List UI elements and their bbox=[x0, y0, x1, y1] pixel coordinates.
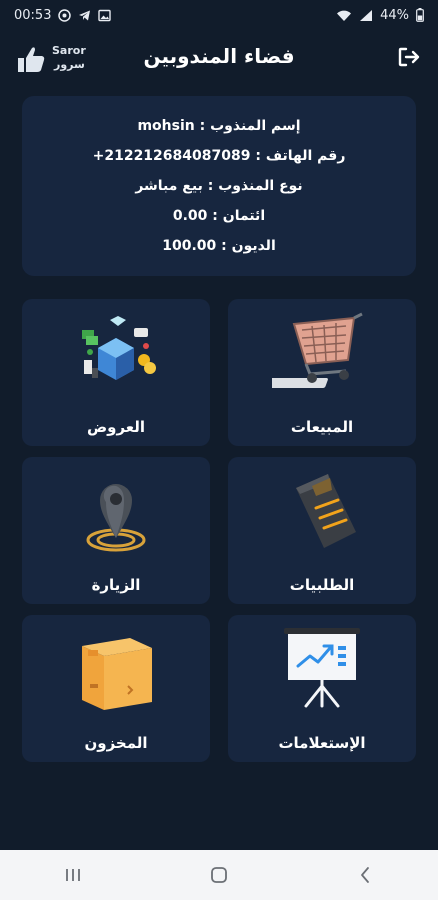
agent-name-row: إسم المنذوب : mohsin bbox=[22, 118, 416, 134]
gallery-icon bbox=[98, 9, 112, 22]
tile-visit-label: الزيارة bbox=[91, 576, 141, 594]
status-bar: 00:53 44% bbox=[0, 0, 438, 30]
agent-debt-value: 100.00 bbox=[162, 238, 217, 254]
agent-debt-label: الديون : bbox=[221, 238, 276, 254]
agent-credit-row: ائتمان : 0.00 bbox=[22, 208, 416, 224]
tile-reports-label: الإستعلامات bbox=[278, 734, 366, 752]
agent-debt-row: الديون : 100.00 bbox=[22, 238, 416, 254]
back-icon bbox=[361, 867, 369, 883]
page-title: فضاء المندوبين bbox=[143, 44, 295, 68]
tile-sales-label: المبيعات bbox=[290, 418, 354, 436]
tile-orders-label: الطلبيات bbox=[289, 576, 355, 594]
home-icon bbox=[211, 867, 227, 883]
wifi-icon bbox=[336, 9, 352, 22]
status-time: 00:53 bbox=[14, 7, 52, 23]
agent-type-label: نوع المنذوب : bbox=[207, 178, 303, 194]
tile-reports[interactable]: الإستعلامات bbox=[228, 615, 416, 762]
agent-phone-value: +212212684087089 bbox=[92, 148, 251, 164]
tile-stock[interactable]: المخزون bbox=[22, 615, 210, 762]
battery-percent: 44% bbox=[380, 7, 409, 23]
location-pin-icon bbox=[22, 465, 210, 557]
agent-name-value: mohsin bbox=[137, 118, 195, 134]
tile-visit[interactable]: الزيارة bbox=[22, 457, 210, 604]
shopping-cart-icon bbox=[228, 307, 416, 399]
agent-credit-label: ائتمان : bbox=[212, 208, 266, 224]
back-button[interactable] bbox=[345, 855, 385, 895]
tile-stock-label: المخزون bbox=[84, 734, 148, 752]
agent-type-value: بيع مباشر bbox=[135, 178, 203, 194]
agent-credit-value: 0.00 bbox=[172, 208, 208, 224]
agent-phone-label: رقم الهاتف : bbox=[255, 148, 346, 164]
box-icon bbox=[22, 623, 210, 715]
whatsapp-icon bbox=[58, 8, 72, 22]
presentation-board-icon bbox=[228, 623, 416, 715]
logout-button[interactable] bbox=[396, 44, 422, 70]
app-header: Saror سرور فضاء المندوبين bbox=[0, 30, 438, 88]
tile-offers-label: العروض bbox=[86, 418, 146, 436]
recent-apps-icon bbox=[66, 869, 80, 881]
recent-apps-button[interactable] bbox=[53, 855, 93, 895]
tile-offers[interactable]: العروض bbox=[22, 299, 210, 446]
signal-icon bbox=[359, 9, 373, 22]
logout-icon bbox=[398, 47, 420, 67]
agent-name-label: إسم المنذوب : bbox=[199, 118, 301, 134]
battery-icon bbox=[416, 8, 424, 22]
agent-type-row: نوع المنذوب : بيع مباشر bbox=[22, 178, 416, 194]
agent-info-card: إسم المنذوب : mohsin رقم الهاتف : +21221… bbox=[22, 96, 416, 276]
system-navigation-bar bbox=[0, 850, 438, 900]
home-button[interactable] bbox=[199, 855, 239, 895]
telegram-icon bbox=[78, 9, 91, 22]
order-document-icon bbox=[228, 465, 416, 557]
tile-sales[interactable]: المبيعات bbox=[228, 299, 416, 446]
agent-phone-row: رقم الهاتف : +212212684087089 bbox=[22, 148, 416, 164]
tile-orders[interactable]: الطلبيات bbox=[228, 457, 416, 604]
offers-cube-icon bbox=[22, 307, 210, 399]
